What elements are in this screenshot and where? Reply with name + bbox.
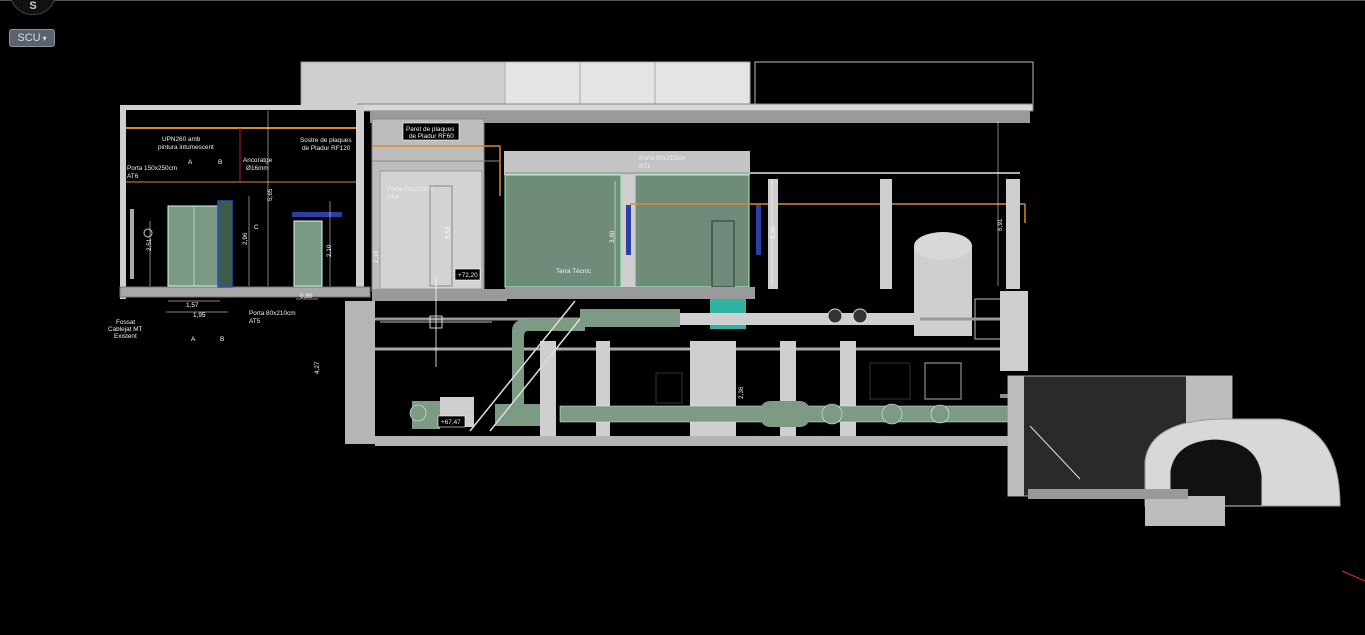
level-1-label: +72,20 xyxy=(458,272,478,279)
label-fossat-3: Existent xyxy=(114,333,137,340)
label-porta-at4-2: AT4 xyxy=(387,194,399,201)
roof-structure xyxy=(120,61,1034,123)
tunnel-section xyxy=(1007,375,1341,526)
dim-427: 4,27 xyxy=(314,361,321,374)
label-porta-at6-1: Porta 150x250cm xyxy=(127,165,177,172)
dim-210b: 2,10 xyxy=(373,250,380,263)
label-paret-2: de Pladur RF60 xyxy=(409,133,454,140)
section-mark-c: C xyxy=(254,224,259,231)
middle-room xyxy=(371,118,507,301)
ucs-axis-x xyxy=(1341,570,1365,582)
dim-353: 3,53 xyxy=(445,226,452,239)
dim-195: 1,95 xyxy=(193,312,206,319)
label-porta-bt1-2: BT1 xyxy=(639,163,651,170)
label-upn-1: UPN260 amb xyxy=(162,136,201,143)
label-porta-at4-1: Porta 70x210cm xyxy=(387,186,434,193)
label-fossat-2: Cablejat MT xyxy=(108,326,143,333)
label-ancoratge-1: Ancoratge xyxy=(243,157,273,164)
label-porta-bt1-1: Porta 90x215cm xyxy=(639,155,686,162)
label-sostre-2: de Pladur RF120 xyxy=(302,145,351,152)
label-porta-at5-1: Porta 80x210cm xyxy=(249,310,296,317)
section-mark-a: A xyxy=(188,159,193,166)
label-terra-tecnic: Terra Tècnic xyxy=(556,268,592,275)
dim-210a: 2,10 xyxy=(326,244,333,257)
level-2-label: +67,47 xyxy=(441,419,461,426)
pressure-tank xyxy=(914,232,1006,340)
dim-236: 2,36 xyxy=(738,386,745,399)
dim-565: 5,65 xyxy=(267,188,274,201)
dim-157: 1,57 xyxy=(186,302,199,309)
label-ancoratge-2: Ø16mm xyxy=(246,165,269,172)
dim-251: 2,51 xyxy=(146,238,153,251)
label-paret-1: Paret de plaques xyxy=(406,126,454,133)
label-upn-2: pintura intumescent xyxy=(158,144,214,151)
label-sostre-1: Sostre de plaques xyxy=(300,137,352,144)
label-porta-at6-2: AT6 xyxy=(127,173,139,180)
dim-080: 0,80 xyxy=(300,293,313,300)
label-fossat-1: Fossat xyxy=(116,319,135,326)
section-mark-b: B xyxy=(218,159,222,166)
dim-330: 3,30 xyxy=(770,226,777,239)
dim-296: 2,96 xyxy=(242,232,249,245)
drawing-viewport[interactable]: S SCU ▾ UPN260 amb pintura intumescent P… xyxy=(0,0,1365,635)
section-mark-a2: A xyxy=(191,336,196,343)
cad-drawing: UPN260 amb pintura intumescent Porta 150… xyxy=(108,61,1365,582)
dim-691: 6,91 xyxy=(997,218,1004,231)
section-mark-b2: B xyxy=(220,336,224,343)
label-porta-at5-2: AT5 xyxy=(249,318,261,325)
dim-360: 3,60 xyxy=(609,230,616,243)
